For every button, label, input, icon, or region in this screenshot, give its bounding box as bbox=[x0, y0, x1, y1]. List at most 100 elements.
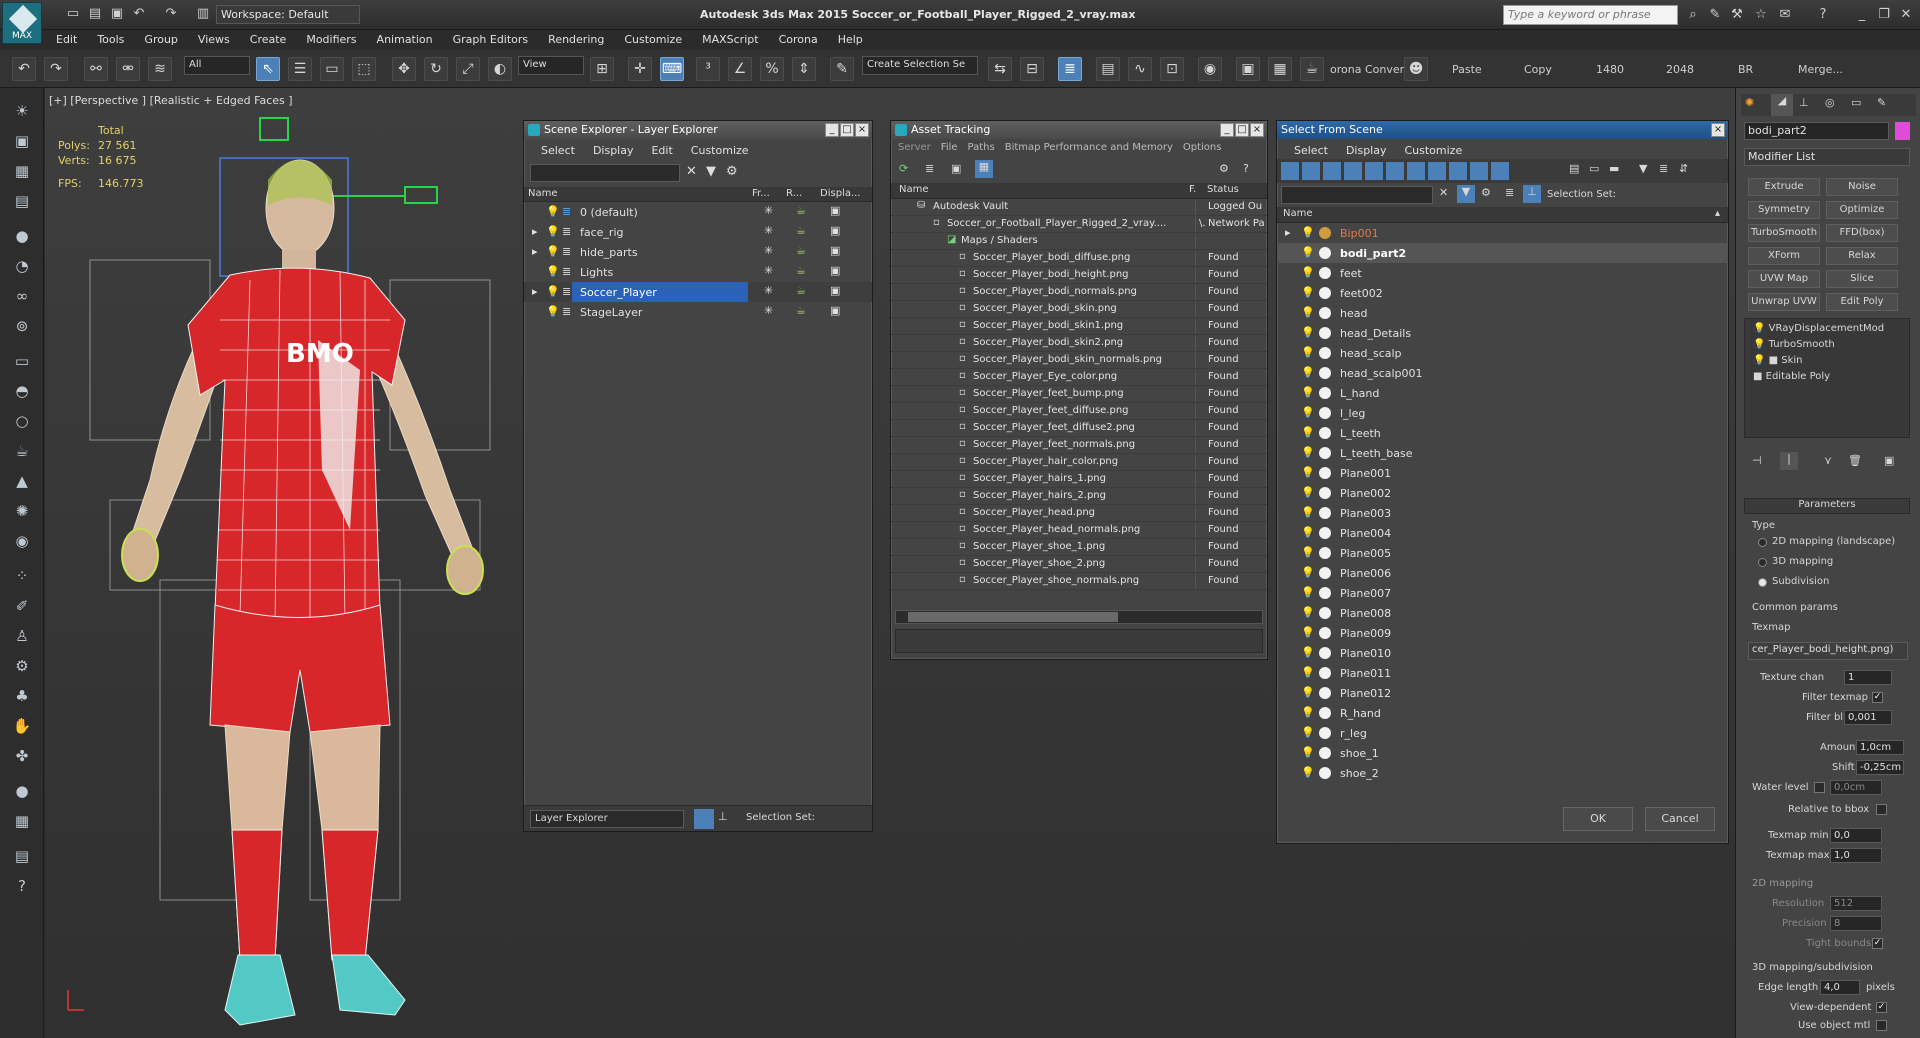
display-icon[interactable]: ▣ bbox=[830, 204, 840, 217]
bulb-icon[interactable]: 💡 bbox=[1301, 546, 1315, 559]
render-setup-icon[interactable]: ▣ bbox=[1236, 57, 1260, 81]
asset-file-row[interactable]: ▫ Soccer_Player_feet_normals.png Found bbox=[891, 437, 1267, 454]
restore-button[interactable]: ❐ bbox=[1874, 6, 1894, 23]
freeze-icon[interactable]: ✳ bbox=[764, 284, 773, 297]
bulb-icon[interactable]: 💡 bbox=[1301, 506, 1315, 519]
resolution-spinner[interactable]: 512 bbox=[1830, 896, 1882, 911]
rotate-icon[interactable]: ↻ bbox=[424, 57, 448, 81]
render-icon[interactable]: ☕ bbox=[796, 244, 806, 257]
menu-tools[interactable]: Tools bbox=[87, 30, 134, 50]
undo-icon[interactable]: ↶ bbox=[130, 6, 148, 22]
corona-convert-button[interactable]: orona Convert bbox=[1330, 63, 1408, 76]
asset-file-row[interactable]: ▫ Soccer_Player_bodi_diffuse.png Found bbox=[891, 250, 1267, 267]
bulb-icon[interactable]: 💡 bbox=[1301, 746, 1315, 759]
display-tab-icon[interactable]: ▭ bbox=[1851, 96, 1861, 109]
asset-file-row[interactable]: ▫ Soccer_Player_hairs_1.png Found bbox=[891, 471, 1267, 488]
stack-item-vraydisplacement[interactable]: 💡 VRayDisplacementMod bbox=[1753, 323, 1884, 334]
bulb-icon[interactable]: 💡 bbox=[546, 265, 560, 278]
bulb-icon[interactable]: 💡 bbox=[1301, 426, 1315, 439]
layer-explorer-icon[interactable]: ≣ bbox=[1058, 57, 1082, 81]
select-by-name-button[interactable]: ☰ bbox=[288, 57, 312, 81]
asset-file-row[interactable]: ▫ Soccer_Player_bodi_normals.png Found bbox=[891, 284, 1267, 301]
scene-object-row[interactable]: 💡 L_hand bbox=[1277, 383, 1728, 403]
se-menu-edit[interactable]: Edit bbox=[642, 139, 681, 161]
tape-icon[interactable]: ◔ bbox=[10, 255, 34, 277]
col-display[interactable]: Displa... bbox=[820, 188, 860, 199]
new-file-icon[interactable]: ▭ bbox=[64, 6, 82, 22]
menu-help[interactable]: Help bbox=[828, 30, 873, 50]
modifier-button[interactable]: TurboSmooth bbox=[1748, 224, 1820, 242]
menu-customize[interactable]: Customize bbox=[614, 30, 692, 50]
redo-button[interactable]: ↷ bbox=[44, 57, 68, 81]
favorite-icon[interactable]: ☆ bbox=[1752, 6, 1770, 23]
light-icon[interactable]: ✺ bbox=[10, 500, 34, 522]
exchange-icon[interactable]: ✉ bbox=[1776, 6, 1794, 23]
asset-tracking-titlebar[interactable]: Asset Tracking _ □ × bbox=[891, 121, 1267, 139]
corona-icon[interactable]: ☻ bbox=[1404, 57, 1428, 81]
menu-create[interactable]: Create bbox=[240, 30, 297, 50]
bulb-icon[interactable]: 💡 bbox=[546, 285, 560, 298]
at-horizontal-scrollbar[interactable] bbox=[895, 610, 1263, 624]
bulb-icon[interactable]: 💡 bbox=[1301, 626, 1315, 639]
bulb-icon[interactable]: 💡 bbox=[546, 225, 560, 238]
plant-icon[interactable]: ♣ bbox=[10, 685, 34, 707]
radio-3d-mapping[interactable] bbox=[1758, 558, 1767, 567]
ss-menu-customize[interactable]: Customize bbox=[1395, 139, 1471, 159]
scene-object-row[interactable]: 💡 head_Details bbox=[1277, 323, 1728, 343]
asset-file-row[interactable]: ▫ Soccer_Player_feet_diffuse.png Found bbox=[891, 403, 1267, 420]
sync-icon[interactable]: ⇵ bbox=[1679, 162, 1688, 175]
hierarchy-mode-icon[interactable]: ⊥ bbox=[718, 810, 728, 823]
rect-selection-icon[interactable]: ▭ bbox=[320, 57, 344, 81]
bulb-icon[interactable]: 💡 bbox=[1301, 366, 1315, 379]
bulb-icon[interactable]: 💡 bbox=[1301, 266, 1315, 279]
reference-coordinate-dropdown[interactable]: View bbox=[518, 56, 584, 75]
bulb-icon[interactable]: 💡 bbox=[546, 305, 560, 318]
bulb-icon[interactable]: 💡 bbox=[1301, 706, 1315, 719]
scene-object-row[interactable]: 💡 Plane007 bbox=[1277, 583, 1728, 603]
stack-item-turbosmooth[interactable]: 💡 TurboSmooth bbox=[1753, 339, 1835, 350]
se-menu-display[interactable]: Display bbox=[584, 139, 643, 161]
modifier-button[interactable]: Slice bbox=[1826, 270, 1898, 288]
menu-graph-editors[interactable]: Graph Editors bbox=[443, 30, 539, 50]
scene-object-row[interactable]: 💡 head_scalp bbox=[1277, 343, 1728, 363]
asset-file-row[interactable]: ▫ Soccer_Player_shoe_normals.png Found bbox=[891, 573, 1267, 590]
geosphere-icon[interactable]: ◉ bbox=[10, 530, 34, 552]
unlink-icon[interactable]: ⚮ bbox=[116, 57, 140, 81]
bulb-icon[interactable]: 💡 bbox=[1301, 766, 1315, 779]
modifier-button[interactable]: FFD(box) bbox=[1826, 224, 1898, 242]
menu-animation[interactable]: Animation bbox=[367, 30, 443, 50]
display-icon[interactable]: ▣ bbox=[830, 284, 840, 297]
redo-icon[interactable]: ↷ bbox=[162, 6, 180, 22]
bulb-icon[interactable]: 💡 bbox=[1301, 666, 1315, 679]
curve-editor-icon[interactable]: ∿ bbox=[1128, 57, 1152, 81]
stack-item-editable-poly[interactable]: ■ Editable Poly bbox=[1753, 371, 1830, 382]
display-icon[interactable]: ▣ bbox=[830, 304, 840, 317]
use-object-mtl-checkbox[interactable] bbox=[1876, 1020, 1887, 1031]
bulb-icon[interactable]: 💡 bbox=[1301, 446, 1315, 459]
select-from-scene-titlebar[interactable]: Select From Scene × bbox=[1277, 121, 1728, 139]
project-folder-icon[interactable]: ▥ bbox=[194, 6, 212, 22]
scrollbar-thumb[interactable] bbox=[908, 612, 1118, 622]
material-editor-icon[interactable]: ◉ bbox=[1198, 57, 1222, 81]
layer-row[interactable]: ▸ 💡 ≣ hide_parts ✳ ☕ ▣ bbox=[524, 242, 872, 262]
explorer-type-dropdown[interactable]: Layer Explorer bbox=[530, 810, 684, 828]
at-menu-file[interactable]: File bbox=[936, 139, 963, 159]
texmap-max-spinner[interactable]: 1,0 bbox=[1830, 848, 1882, 863]
sphere-icon[interactable]: ○ bbox=[10, 410, 34, 432]
parameters-rollout-header[interactable]: Parameters bbox=[1744, 498, 1910, 514]
relative-bbox-checkbox[interactable] bbox=[1876, 804, 1887, 815]
scene-object-row[interactable]: 💡 Plane010 bbox=[1277, 643, 1728, 663]
modifier-button[interactable]: Symmetry bbox=[1748, 201, 1820, 219]
freeze-icon[interactable]: ✳ bbox=[764, 304, 773, 317]
box-icon[interactable]: ▭ bbox=[10, 350, 34, 372]
cone-icon[interactable]: ▲ bbox=[10, 470, 34, 492]
at-col-name[interactable]: Name bbox=[899, 184, 929, 195]
grid-icon[interactable]: ▤ bbox=[10, 190, 34, 212]
open-file-icon[interactable]: ▤ bbox=[86, 6, 104, 22]
script-icon[interactable]: ▤ bbox=[10, 845, 34, 867]
col-name[interactable]: Name bbox=[528, 188, 558, 199]
cylinder-icon[interactable]: ⊚ bbox=[10, 315, 34, 337]
modifier-button[interactable]: Relax bbox=[1826, 247, 1898, 265]
snaps-toggle-icon[interactable]: ³ bbox=[696, 57, 720, 81]
bulb-icon[interactable]: 💡 bbox=[1301, 566, 1315, 579]
